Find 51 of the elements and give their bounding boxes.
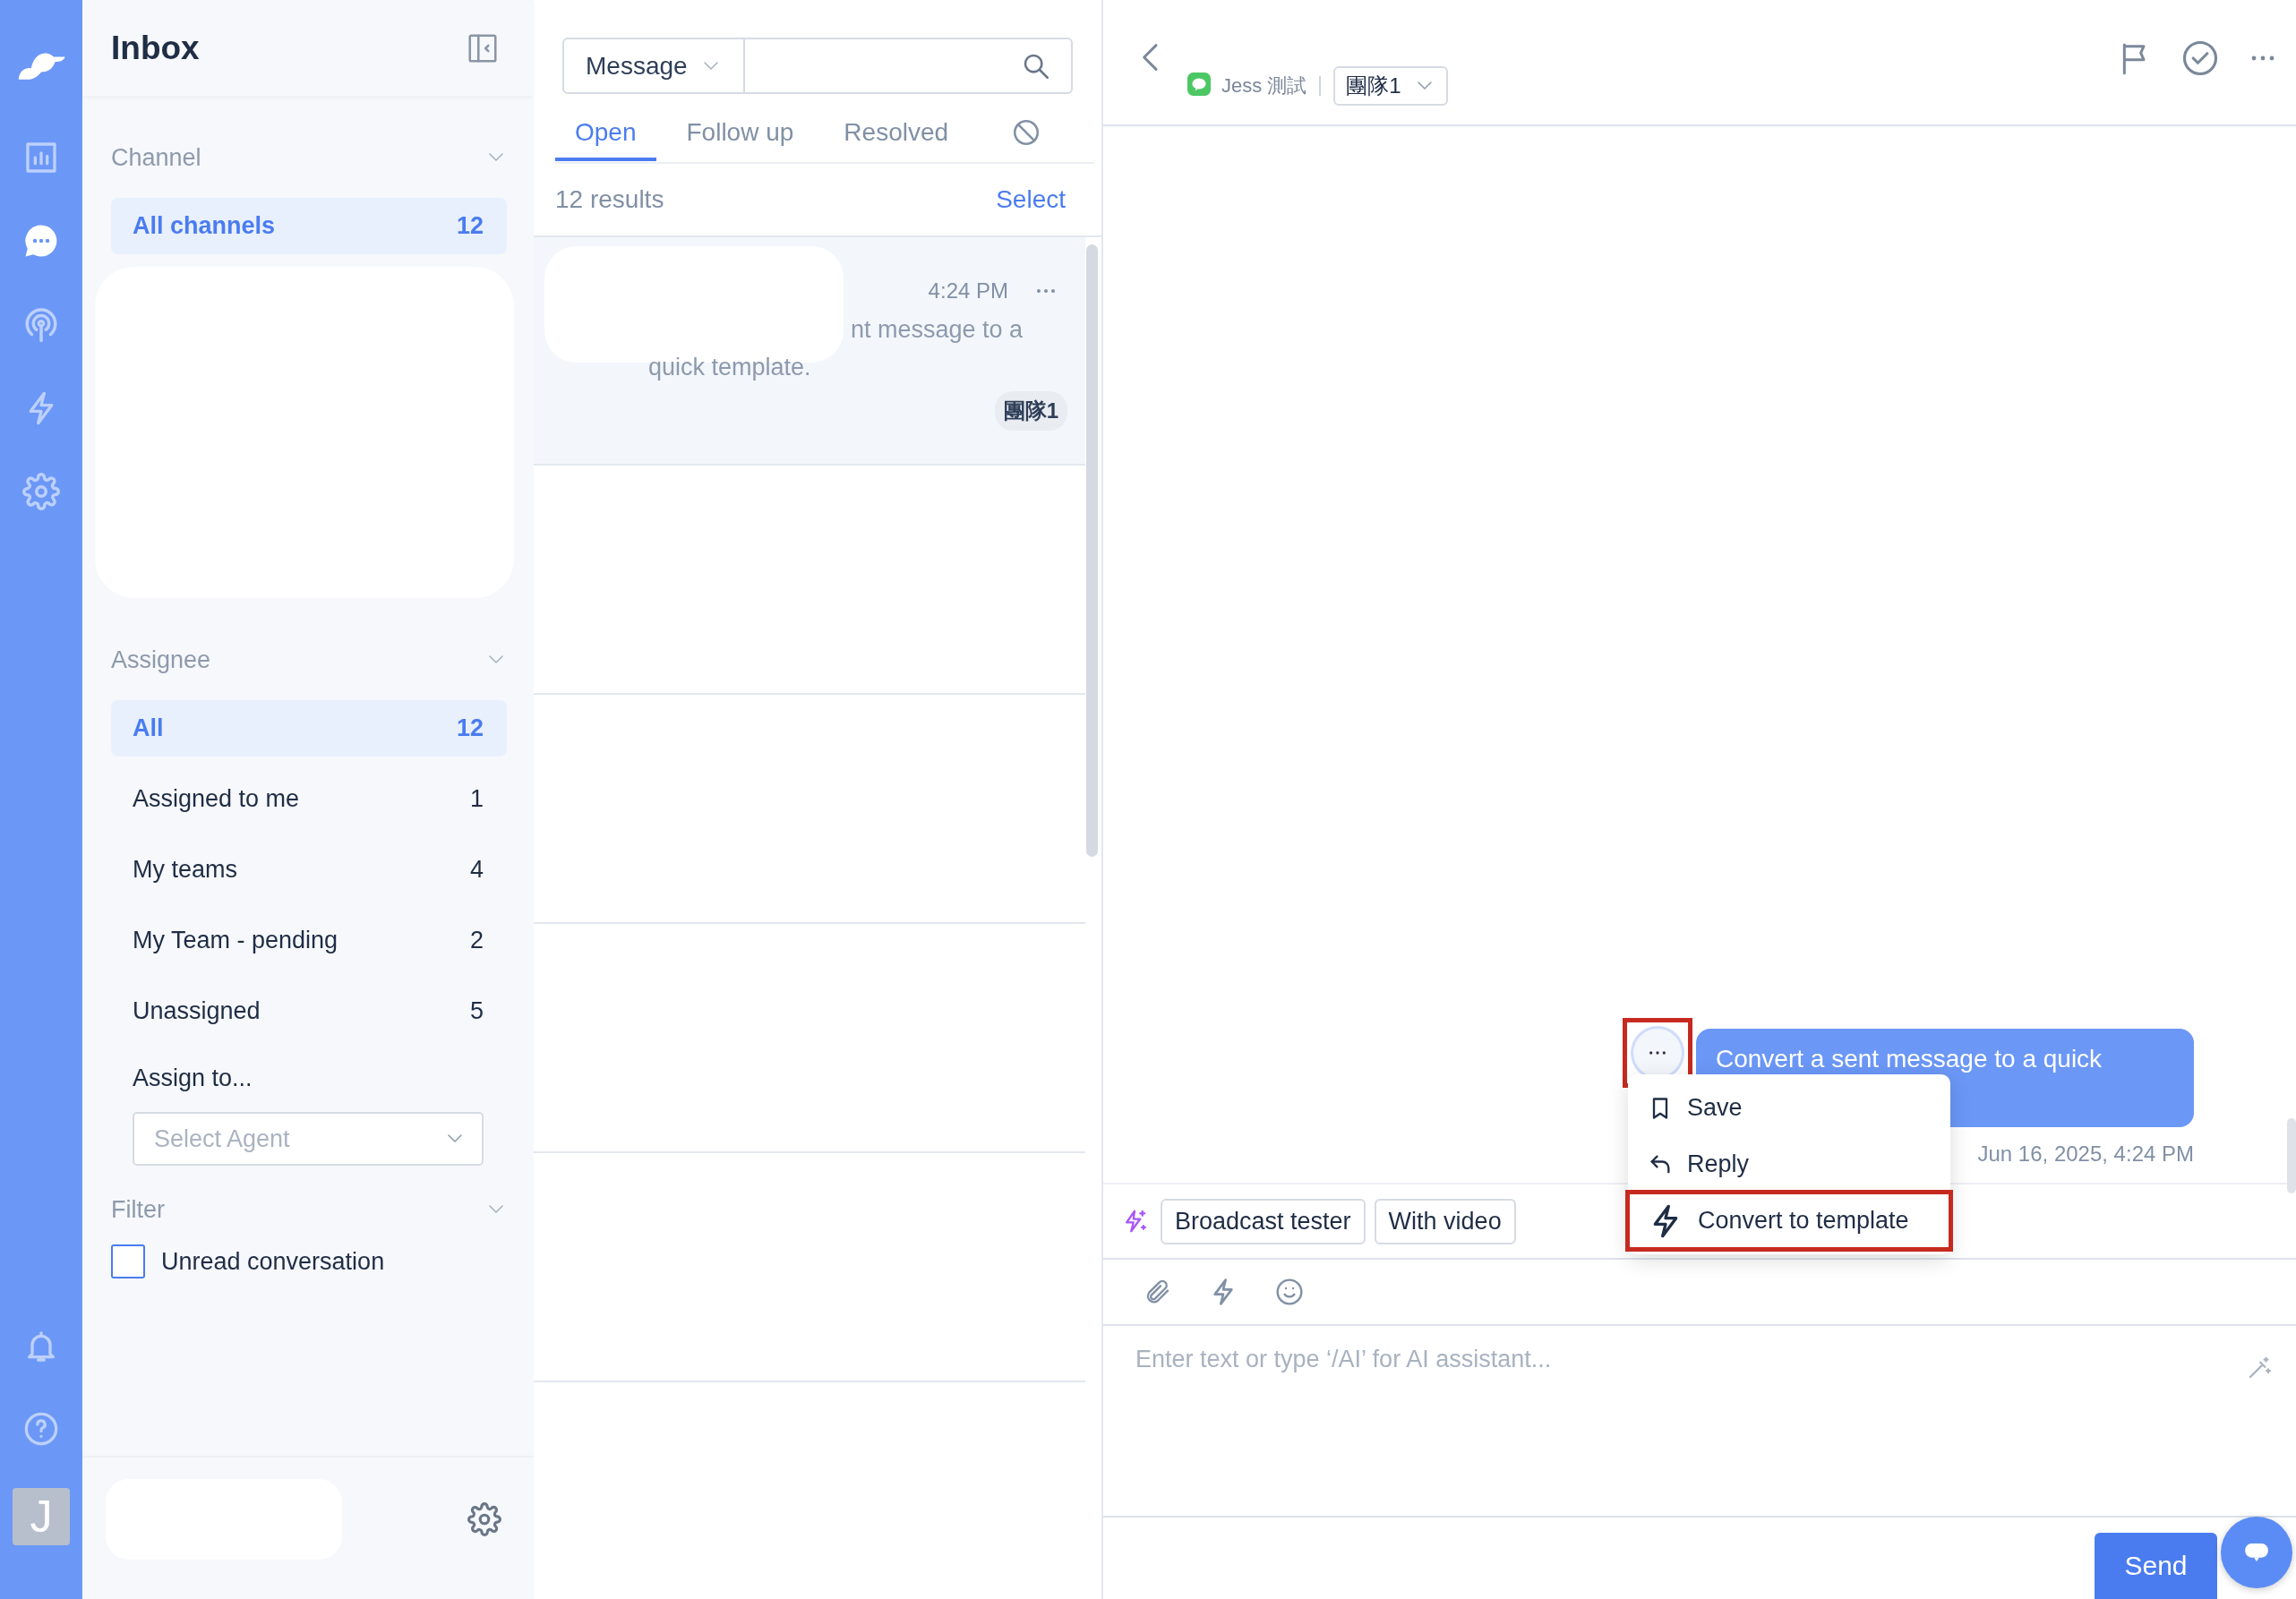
- select-link[interactable]: Select: [996, 185, 1066, 214]
- quick-reply-chip[interactable]: With video: [1374, 1198, 1516, 1244]
- section-title: Channel: [111, 143, 201, 172]
- support-chat-button[interactable]: [2221, 1517, 2292, 1588]
- team-dropdown[interactable]: 團隊1: [1333, 66, 1448, 106]
- item-count: 1: [469, 785, 484, 813]
- quick-reply-chip[interactable]: Broadcast tester: [1161, 1198, 1366, 1244]
- help-icon[interactable]: [23, 1411, 59, 1447]
- emoji-icon[interactable]: [1275, 1278, 1304, 1306]
- checkbox[interactable]: [111, 1244, 145, 1278]
- filter-item[interactable]: My teams 4: [111, 842, 507, 898]
- item-count: 12: [456, 714, 484, 742]
- settings-icon[interactable]: [467, 1502, 501, 1536]
- item-label: My Team - pending: [133, 927, 338, 954]
- item-label: My teams: [133, 856, 238, 884]
- search-field[interactable]: Message: [562, 38, 1073, 94]
- message-preview: nt message to a: [851, 316, 1024, 345]
- inbox-title: Inbox: [111, 29, 200, 67]
- send-button[interactable]: Send: [2095, 1533, 2217, 1599]
- results-count: 12 results: [555, 185, 664, 214]
- checkbox-label: Unread conversation: [161, 1247, 385, 1276]
- item-count: 5: [469, 997, 484, 1025]
- message-preview: quick template.: [648, 354, 812, 382]
- item-label: Unassigned: [133, 997, 261, 1025]
- item-count: 2: [469, 927, 484, 954]
- message-time: Jun 16, 2025, 4:24 PM: [1977, 1142, 2194, 1167]
- filter-item[interactable]: My Team - pending 2: [111, 912, 507, 969]
- chart-icon[interactable]: [23, 140, 59, 175]
- item-label: All channels: [133, 212, 276, 240]
- menu-item[interactable]: Convert to template: [1628, 1193, 1950, 1249]
- status-tab[interactable]: Open: [555, 107, 656, 161]
- scrollbar[interactable]: [2287, 1118, 2296, 1193]
- more-icon[interactable]: [1035, 287, 1057, 295]
- conversation-item[interactable]: 4:24 PM nt message to a quick template. 團隊1: [534, 237, 1085, 466]
- team-tag: 團隊1: [994, 391, 1067, 431]
- conversation-time: 4:24 PM: [928, 278, 1008, 304]
- section-title: Filter: [111, 1195, 165, 1224]
- filter-item[interactable]: Assigned to me 1: [111, 771, 507, 827]
- check-circle-icon[interactable]: [2181, 39, 2219, 77]
- assign-label: Assign to...: [132, 1065, 253, 1092]
- item-label: All: [133, 714, 164, 742]
- section-title: Assignee: [111, 646, 211, 674]
- item-count: 4: [469, 856, 484, 884]
- item-count: 12: [456, 212, 484, 240]
- filter-item[interactable]: Unassigned 5: [111, 983, 507, 1039]
- menu-item[interactable]: Reply: [1628, 1136, 1950, 1193]
- scrollbar[interactable]: [1086, 244, 1098, 857]
- item-label: Assigned to me: [133, 785, 300, 813]
- message-input[interactable]: Enter text or type ‘/AI’ for AI assistant...: [1134, 1344, 2246, 1500]
- contact-name: Jess 測試: [1221, 73, 1307, 98]
- scope-dropdown[interactable]: Message: [586, 51, 688, 81]
